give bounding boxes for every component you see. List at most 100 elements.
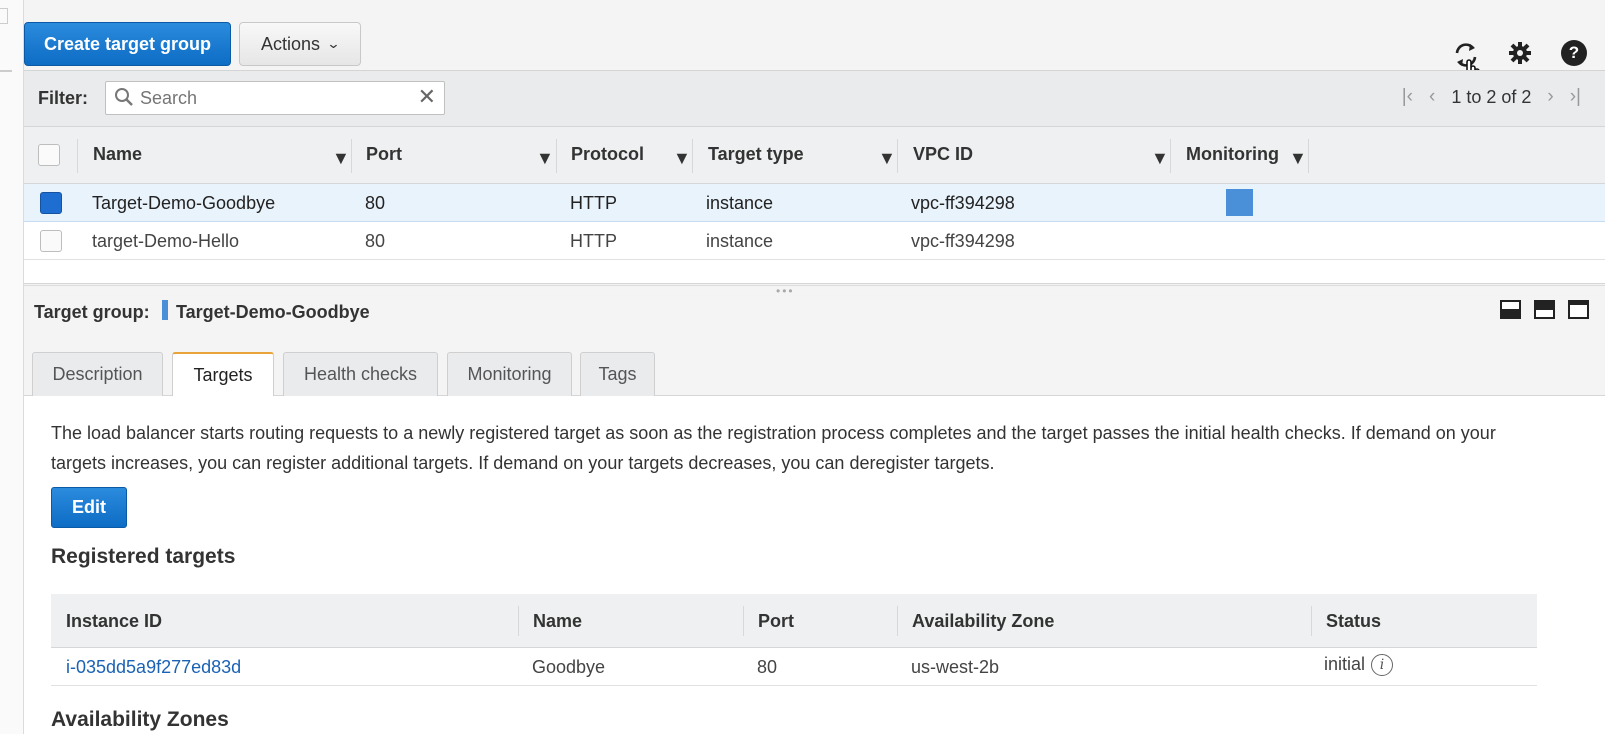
column-header-label: Protocol	[571, 144, 645, 164]
rail-handle[interactable]	[0, 8, 8, 24]
table-header: Name ▼ Port ▼ Protocol ▼ Target type ▼ V…	[24, 126, 1605, 184]
detail-tabs: Description Targets Health checks Monito…	[24, 344, 1605, 397]
filter-bar: Filter: ✕ |‹ ‹ 1 to 2 of 2 › ›|	[24, 70, 1605, 126]
tab-tags[interactable]: Tags	[580, 352, 655, 396]
registered-targets-title: Registered targets	[51, 545, 236, 568]
column-header-vpc-id[interactable]: VPC ID	[913, 144, 973, 165]
monitoring-indicator[interactable]	[1226, 189, 1253, 216]
row-checkbox[interactable]	[40, 230, 62, 252]
column-divider	[351, 139, 352, 173]
column-header-protocol[interactable]: Protocol	[571, 144, 644, 165]
toolbar-icons: ?	[1445, 40, 1605, 88]
filter-label: Filter:	[38, 88, 89, 108]
registered-targets-table: Instance ID Name Port Availability Zone …	[51, 594, 1537, 686]
detail-label: Target group:	[34, 302, 150, 322]
search-input[interactable]	[140, 86, 400, 110]
column-divider	[1308, 139, 1309, 173]
status-text: initial	[1324, 654, 1366, 674]
cell-vpc-id: vpc-ff394298	[911, 193, 1015, 213]
cell-port: 80	[757, 657, 778, 677]
sort-caret-icon[interactable]: ▼	[1151, 148, 1169, 169]
left-rail	[0, 0, 24, 734]
target-groups-table: Name ▼ Port ▼ Protocol ▼ Target type ▼ V…	[24, 126, 1605, 284]
cell-availability-zone: us-west-2b	[911, 657, 1000, 677]
cell-port: 80	[365, 193, 386, 213]
column-divider	[77, 139, 78, 173]
next-page-icon[interactable]: ›	[1547, 86, 1553, 108]
pane-splitter[interactable]: •••	[24, 284, 1605, 298]
column-header-label: Monitoring	[1186, 144, 1279, 164]
column-header-port[interactable]: Port	[366, 144, 402, 165]
column-header-target-type[interactable]: Target type	[708, 144, 804, 165]
layout-bottom-icon[interactable]	[1500, 300, 1521, 319]
cell-name: Target-Demo-Goodbye	[92, 193, 276, 213]
gear-icon[interactable]	[1507, 40, 1533, 73]
create-target-group-button[interactable]: Create target group	[24, 22, 231, 66]
column-header-instance-id[interactable]: Instance ID	[66, 611, 162, 632]
column-header-status[interactable]: Status	[1326, 611, 1381, 632]
sort-caret-icon[interactable]: ▼	[332, 148, 350, 169]
tab-description[interactable]: Description	[32, 352, 163, 396]
table-footer	[24, 260, 1605, 284]
edit-button[interactable]: Edit	[51, 487, 127, 528]
column-header-availability-zone[interactable]: Availability Zone	[912, 611, 1054, 632]
column-divider	[1170, 139, 1171, 173]
prev-page-icon[interactable]: ‹	[1429, 86, 1435, 108]
layout-split-icon[interactable]	[1534, 300, 1555, 319]
sort-caret-icon[interactable]: ▼	[673, 148, 691, 169]
layout-top-icon[interactable]	[1568, 300, 1589, 319]
select-all-checkbox[interactable]	[38, 144, 60, 166]
column-divider	[692, 139, 693, 173]
table-row[interactable]: Target-Demo-Goodbye 80 HTTP instance vpc…	[24, 184, 1605, 222]
clear-search-icon[interactable]: ✕	[418, 84, 436, 110]
table-row[interactable]: target-Demo-Hello 80 HTTP instance vpc-f…	[24, 222, 1605, 260]
column-divider	[556, 139, 557, 173]
column-divider	[1311, 606, 1312, 636]
first-page-icon[interactable]: |‹	[1402, 86, 1413, 108]
sort-caret-icon[interactable]: ▼	[1289, 148, 1307, 169]
page-count: 1 to 2 of 2	[1451, 86, 1532, 107]
toolbar: Create target group Actions ⌄ ?	[24, 0, 1605, 88]
tab-health-checks[interactable]: Health checks	[283, 352, 438, 396]
cell-protocol: HTTP	[570, 193, 617, 213]
search-icon	[114, 87, 134, 113]
cell-port: 80	[365, 231, 386, 251]
last-page-icon[interactable]: ›|	[1570, 86, 1581, 108]
instance-id-link[interactable]: i-035dd5a9f277ed83d	[66, 657, 241, 678]
help-icon[interactable]: ?	[1561, 40, 1587, 66]
column-divider	[743, 606, 744, 636]
detail-group-name: Target-Demo-Goodbye	[176, 302, 370, 322]
pager: |‹ ‹ 1 to 2 of 2 › ›|	[1402, 86, 1581, 108]
sort-caret-icon[interactable]: ▼	[536, 148, 554, 169]
cell-target-type: instance	[706, 231, 774, 251]
targets-panel: The load balancer starts routing request…	[24, 396, 1605, 734]
detail-header: Target group: Target-Demo-Goodbye	[24, 296, 1605, 344]
column-header-name[interactable]: Name	[533, 611, 582, 632]
column-header-name[interactable]: Name	[93, 144, 142, 165]
group-color-swatch	[162, 300, 168, 320]
cell-vpc-id: vpc-ff394298	[911, 231, 1015, 251]
column-divider	[897, 606, 898, 636]
search-box[interactable]: ✕	[105, 81, 445, 115]
cell-target-type: instance	[706, 193, 774, 213]
column-header-monitoring[interactable]: Monitoring	[1186, 144, 1279, 165]
column-header-port[interactable]: Port	[758, 611, 794, 632]
tab-monitoring[interactable]: Monitoring	[447, 352, 572, 396]
table-row[interactable]: i-035dd5a9f277ed83d Goodbye 80 us-west-2…	[51, 648, 1537, 686]
column-header-label: Name	[93, 144, 143, 164]
sort-caret-icon[interactable]: ▼	[878, 148, 896, 169]
column-divider	[518, 606, 519, 636]
column-divider	[897, 139, 898, 173]
row-checkbox[interactable]	[40, 192, 62, 214]
availability-zones-title: Availability Zones	[51, 708, 229, 731]
column-header-label: VPC ID	[913, 144, 974, 164]
chevron-down-icon: ⌄	[326, 36, 341, 51]
column-header-label: Target type	[708, 144, 804, 164]
layout-toggle	[1500, 300, 1589, 319]
actions-button[interactable]: Actions ⌄	[239, 22, 361, 66]
column-header-label: Port	[366, 144, 402, 164]
info-icon[interactable]: i	[1371, 654, 1394, 677]
cell-protocol: HTTP	[570, 231, 617, 251]
tab-targets[interactable]: Targets	[172, 352, 274, 397]
targets-description: The load balancer starts routing request…	[51, 423, 1496, 473]
